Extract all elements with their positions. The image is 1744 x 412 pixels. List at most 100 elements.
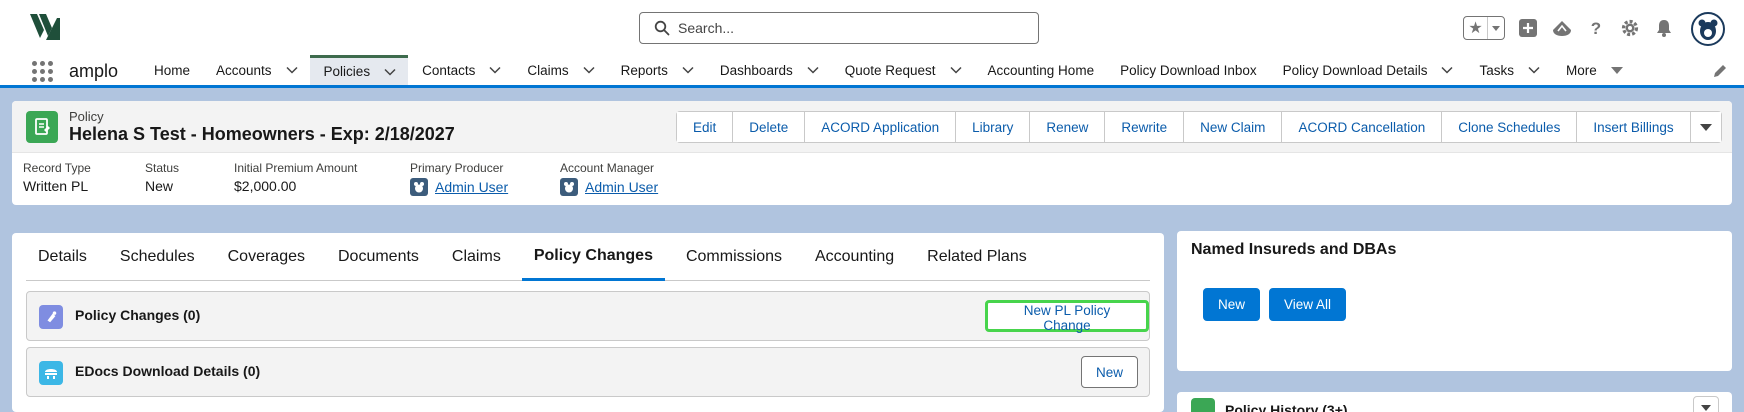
nav-item-claims[interactable]: Claims <box>513 55 606 85</box>
library-button[interactable]: Library <box>956 112 1031 142</box>
new-claim-button[interactable]: New Claim <box>1184 112 1283 142</box>
tab-coverages[interactable]: Coverages <box>216 233 317 281</box>
nav-item-accounts[interactable]: Accounts <box>202 55 310 85</box>
acord-application-button[interactable]: ACORD Application <box>805 112 957 142</box>
highlight-label: Status <box>145 161 180 175</box>
policy-history-menu-icon[interactable] <box>1693 396 1719 412</box>
acord-cancellation-button[interactable]: ACORD Cancellation <box>1282 112 1443 142</box>
nav-item-label: Accounting Home <box>987 62 1095 78</box>
policy-history-title: Policy History (3+) <box>1225 402 1348 412</box>
tab-schedules[interactable]: Schedules <box>108 233 207 281</box>
rewrite-button[interactable]: Rewrite <box>1105 112 1185 142</box>
amplo-logo-icon[interactable] <box>30 12 60 42</box>
highlight-label: Record Type <box>23 161 91 175</box>
record-highlights: Record Type Written PL Status New Initial Pr… <box>12 153 1732 205</box>
delete-button[interactable]: Delete <box>733 112 806 142</box>
nav-item-label: Contacts <box>422 62 476 78</box>
favorite-star-icon[interactable]: ★ <box>1464 17 1488 39</box>
edit-button[interactable]: Edit <box>677 112 734 142</box>
user-link[interactable]: Admin User <box>585 179 658 195</box>
nav-item-label: Accounts <box>216 62 272 78</box>
highlight-value: New <box>145 178 179 194</box>
nav-item-label: Tasks <box>1479 62 1514 78</box>
policy-change-icon <box>39 305 63 329</box>
tab-details[interactable]: Details <box>26 233 99 281</box>
help-icon[interactable]: ? <box>1585 17 1607 39</box>
highlight-initial-premium-amount: Initial Premium Amount $2,000.00 <box>234 161 357 194</box>
policy-history-card: Policy History (3+) <box>1177 392 1732 412</box>
more-caret-icon[interactable] <box>1610 66 1623 74</box>
chevron-down-icon[interactable] <box>583 64 595 76</box>
nav-item-home[interactable]: Home <box>140 55 202 85</box>
highlight-account-manager: Account Manager Admin User <box>560 161 658 196</box>
nav-item-policy-download-details[interactable]: Policy Download Details <box>1269 55 1466 85</box>
record-header-top: Policy Helena S Test - Homeowners - Exp:… <box>12 101 1732 153</box>
chevron-down-icon[interactable] <box>286 64 298 76</box>
record-object-label: Policy <box>69 109 104 124</box>
highlight-record-type: Record Type Written PL <box>23 161 91 194</box>
nav-item-label: Quote Request <box>844 62 936 78</box>
app-launcher-icon[interactable] <box>30 59 54 83</box>
tab-commissions[interactable]: Commissions <box>674 233 794 281</box>
more-actions-dropdown-icon[interactable] <box>1690 112 1721 142</box>
view-all-button[interactable]: View All <box>1269 288 1347 321</box>
user-avatar-icon[interactable] <box>1691 12 1725 46</box>
global-search[interactable] <box>639 12 1039 44</box>
record-tabs: Details Schedules Coverages Documents Claims… <box>26 233 1150 281</box>
tab-accounting[interactable]: Accounting <box>803 233 906 281</box>
named-insureds-card: Named Insureds and DBAs New View All <box>1177 231 1732 371</box>
header-utilities: ★ ? <box>1463 14 1675 42</box>
nav-item-reports[interactable]: Reports <box>607 55 706 85</box>
insert-billings-button[interactable]: Insert Billings <box>1577 112 1691 142</box>
chevron-down-icon[interactable] <box>682 64 694 76</box>
app-navigation-bar: amplo Home Accounts Policies Contacts Claims… <box>0 55 1744 88</box>
user-link[interactable]: Admin User <box>435 179 508 195</box>
new-named-insured-button[interactable]: New <box>1203 288 1261 321</box>
tab-claims[interactable]: Claims <box>440 233 513 281</box>
tab-policy-changes[interactable]: Policy Changes <box>521 233 665 281</box>
clone-schedules-button[interactable]: Clone Schedules <box>1442 112 1578 142</box>
nav-item-policies[interactable]: Policies <box>309 55 409 85</box>
tab-documents[interactable]: Documents <box>326 233 431 281</box>
search-icon <box>654 20 670 36</box>
record-header: Policy Helena S Test - Homeowners - Exp:… <box>12 101 1732 205</box>
policy-history-icon <box>1191 398 1215 412</box>
chevron-down-icon[interactable] <box>949 64 962 76</box>
nav-item-quote-request[interactable]: Quote Request <box>831 55 974 85</box>
new-pl-policy-change-button[interactable]: New PL Policy Change <box>985 300 1149 333</box>
chevron-down-icon[interactable] <box>1528 64 1540 76</box>
related-list-edocs: EDocs Download Details (0) New <box>26 347 1150 397</box>
svg-text:?: ? <box>1591 19 1601 38</box>
edit-nav-pencil-icon[interactable] <box>1712 63 1728 79</box>
highlight-label: Account Manager <box>560 161 655 175</box>
nav-item-tasks[interactable]: Tasks <box>1465 55 1552 85</box>
search-input[interactable] <box>678 20 1018 36</box>
nav-item-dashboards[interactable]: Dashboards <box>706 55 831 85</box>
nav-item-policy-download-inbox[interactable]: Policy Download Inbox <box>1106 55 1269 85</box>
nav-item-label: Policy Download Details <box>1282 62 1428 78</box>
nav-item-label: Reports <box>620 62 668 78</box>
global-actions-add-icon[interactable] <box>1517 17 1539 39</box>
edocs-download-icon <box>39 361 63 385</box>
chevron-down-icon[interactable] <box>807 64 819 76</box>
chevron-down-icon[interactable] <box>384 66 396 78</box>
setup-gear-icon[interactable] <box>1619 17 1641 39</box>
nav-item-accounting-home[interactable]: Accounting Home <box>974 55 1107 85</box>
nav-item-label: Home <box>154 62 191 78</box>
new-edocs-button[interactable]: New <box>1081 356 1139 388</box>
app-name: amplo <box>69 61 119 81</box>
nav-item-label: Dashboards <box>719 62 793 78</box>
chevron-down-icon[interactable] <box>489 64 501 76</box>
global-header: ★ ? <box>0 0 1744 55</box>
tab-related-plans[interactable]: Related Plans <box>915 233 1039 281</box>
chevron-down-icon[interactable] <box>1441 64 1454 76</box>
nav-item-more[interactable]: More <box>1552 55 1635 85</box>
favorites-list-caret-icon[interactable] <box>1488 17 1504 39</box>
nav-item-contacts[interactable]: Contacts <box>408 55 513 85</box>
notifications-bell-icon[interactable] <box>1653 17 1675 39</box>
renew-button[interactable]: Renew <box>1030 112 1106 142</box>
favorites-group: ★ <box>1463 16 1505 40</box>
trailhead-icon[interactable] <box>1551 17 1573 39</box>
highlight-value-text: $2,000.00 <box>234 178 297 194</box>
related-list-title: EDocs Download Details (0) <box>75 363 261 379</box>
